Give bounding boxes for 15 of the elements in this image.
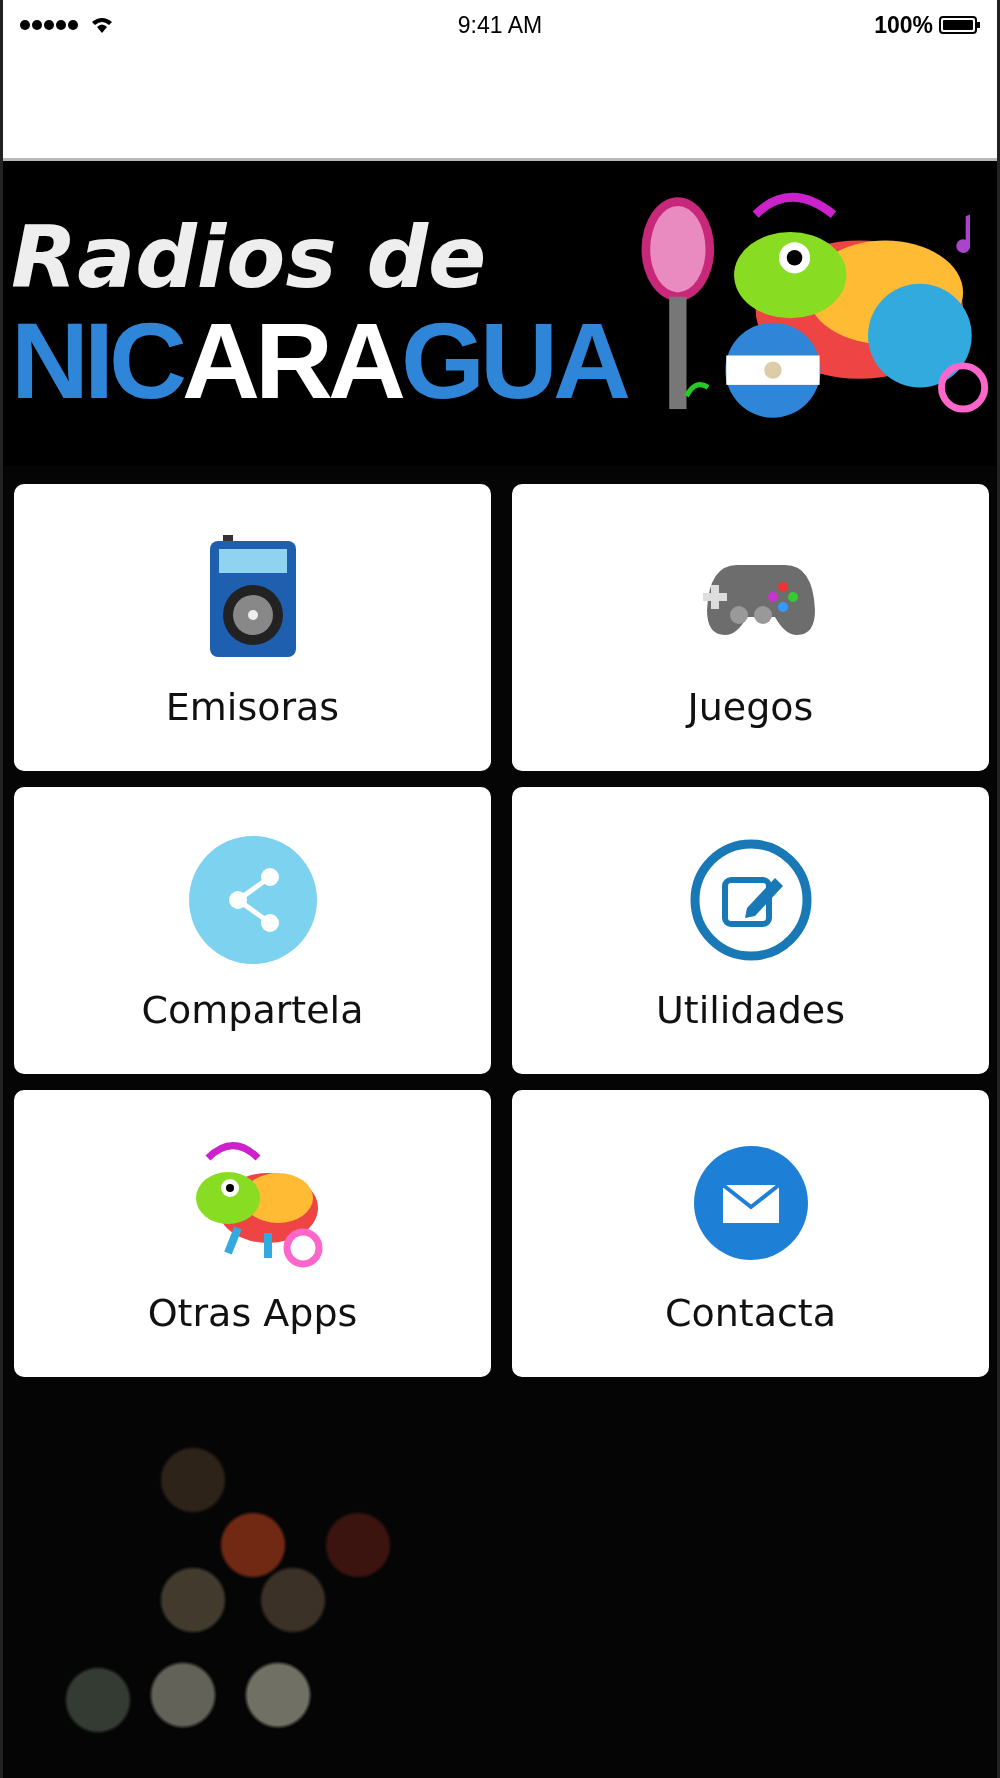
mail-icon xyxy=(692,1144,809,1261)
wifi-icon xyxy=(91,17,113,33)
menu-button[interactable]: Utilidades xyxy=(512,787,989,1074)
menu-button[interactable]: Compartela xyxy=(14,787,491,1074)
edit-icon xyxy=(688,837,813,962)
menu-button[interactable]: Otras Apps xyxy=(14,1090,491,1377)
share-icon xyxy=(187,834,318,965)
logo-title: NICARAGUA xyxy=(11,304,626,418)
menu-button[interactable]: Emisoras xyxy=(14,484,491,771)
battery-icon xyxy=(939,16,981,34)
menu-button[interactable]: Juegos xyxy=(512,484,989,771)
logo-title: Radios de xyxy=(11,209,488,305)
clock-time: 9:41 AM xyxy=(457,11,543,39)
menu-button[interactable]: Contacta xyxy=(512,1090,989,1377)
battery-percent: 100% xyxy=(874,11,933,39)
